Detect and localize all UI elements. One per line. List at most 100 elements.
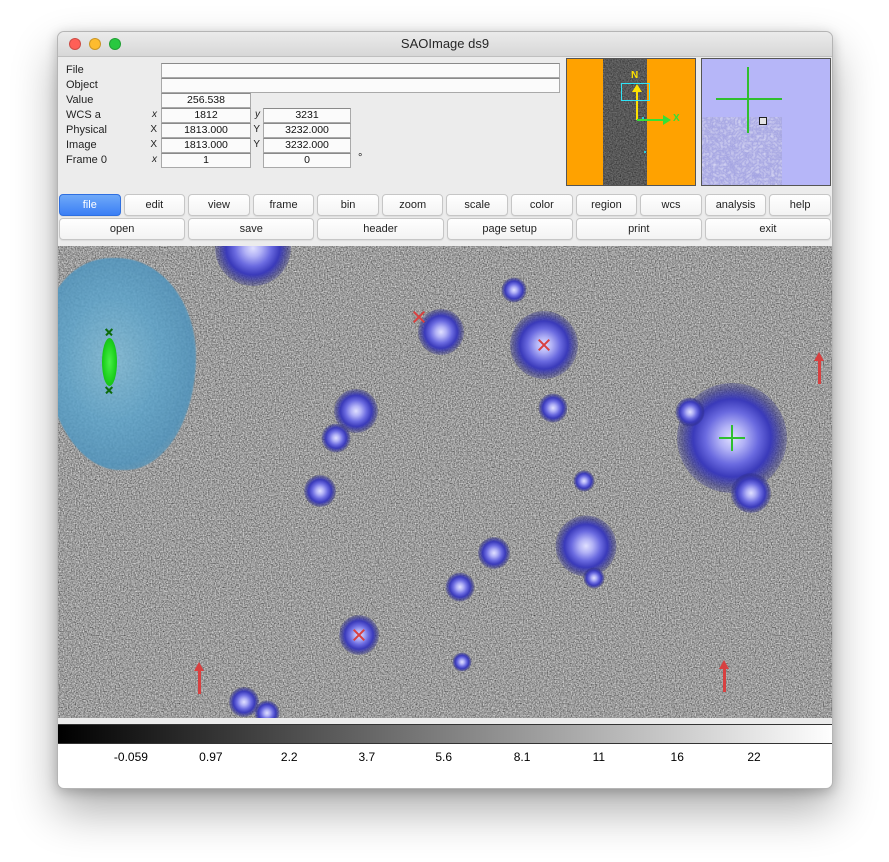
panner-panel[interactable]: N X bbox=[566, 58, 696, 186]
info-row-wcs: WCS a x 1812 y 3231 bbox=[66, 109, 566, 122]
physical-y-field[interactable]: 3232.000 bbox=[263, 123, 351, 138]
colorbar-ticks: -0.059 0.97 2.2 3.7 5.6 8.1 11 16 22 bbox=[58, 750, 833, 768]
menu-view[interactable]: view bbox=[188, 194, 250, 216]
frame-rotation-field[interactable]: 0 bbox=[263, 153, 351, 168]
compass-x-line bbox=[637, 119, 663, 121]
menu-analysis[interactable]: analysis bbox=[705, 194, 767, 216]
image-y-field[interactable]: 3232.000 bbox=[263, 138, 351, 153]
page-setup-button[interactable]: page setup bbox=[447, 218, 573, 240]
image-y-label: Y bbox=[250, 139, 260, 150]
colorbar-tick: 8.1 bbox=[514, 750, 531, 764]
menu-region[interactable]: region bbox=[576, 194, 638, 216]
star-blob bbox=[322, 424, 351, 453]
red-arrow-marker[interactable] bbox=[813, 352, 825, 384]
compass-x-arrow-icon bbox=[663, 115, 671, 125]
menu-help[interactable]: help bbox=[769, 194, 831, 216]
save-button[interactable]: save bbox=[188, 218, 314, 240]
star-blob bbox=[556, 516, 617, 577]
colorbar-tick: 5.6 bbox=[435, 750, 452, 764]
red-cross-marker[interactable] bbox=[537, 338, 551, 352]
star-blob bbox=[446, 573, 475, 602]
magnifier-crosshair-vertical bbox=[747, 67, 749, 133]
magnifier-pixel-cursor bbox=[759, 117, 767, 125]
header-button[interactable]: header bbox=[317, 218, 443, 240]
info-row-file: File bbox=[66, 64, 566, 77]
compass-north-label: N bbox=[631, 70, 638, 81]
menu-scale[interactable]: scale bbox=[446, 194, 508, 216]
wcs-label: WCS a bbox=[66, 109, 101, 121]
frame-x-label: x bbox=[147, 154, 157, 165]
panner-view-box[interactable] bbox=[621, 83, 650, 101]
panner-image-strip bbox=[603, 59, 647, 186]
wcs-y-field[interactable]: 3231 bbox=[263, 108, 351, 123]
colorbar-label-band: -0.059 0.97 2.2 3.7 5.6 8.1 11 16 22 bbox=[58, 744, 832, 788]
star-blob bbox=[478, 537, 510, 569]
frame-label: Frame 0 bbox=[66, 154, 107, 166]
file-label: File bbox=[66, 64, 84, 76]
image-canvas[interactable] bbox=[58, 246, 833, 718]
physical-label: Physical bbox=[66, 124, 107, 136]
object-field[interactable] bbox=[161, 78, 560, 93]
star-blob bbox=[304, 475, 336, 507]
degree-symbol: ° bbox=[358, 152, 362, 164]
colorbar-tick: -0.059 bbox=[114, 750, 148, 764]
menu-zoom[interactable]: zoom bbox=[382, 194, 444, 216]
menu-wcs[interactable]: wcs bbox=[640, 194, 702, 216]
red-cross-marker[interactable] bbox=[352, 628, 366, 642]
physical-y-label: Y bbox=[250, 124, 260, 135]
info-row-image: Image X 1813.000 Y 3232.000 bbox=[66, 139, 566, 152]
image-label: Image bbox=[66, 139, 97, 151]
wcs-y-label: y bbox=[250, 109, 260, 120]
star-blob bbox=[502, 278, 527, 303]
star-blob bbox=[539, 394, 568, 423]
compass-x-label: X bbox=[673, 113, 680, 124]
value-field[interactable]: 256.538 bbox=[161, 93, 251, 108]
menu-bin[interactable]: bin bbox=[317, 194, 379, 216]
magnifier-panel[interactable] bbox=[701, 58, 831, 186]
desktop: SAOImage ds9 File Object Value 256.538 W… bbox=[0, 0, 889, 862]
menu-frame[interactable]: frame bbox=[253, 194, 315, 216]
info-row-object: Object bbox=[66, 79, 566, 92]
star-blob bbox=[215, 246, 291, 286]
colorbar[interactable] bbox=[58, 724, 833, 744]
colorbar-tick: 3.7 bbox=[359, 750, 376, 764]
star-blob bbox=[574, 471, 595, 492]
open-button[interactable]: open bbox=[59, 218, 185, 240]
image-x-field[interactable]: 1813.000 bbox=[161, 138, 251, 153]
menu-edit[interactable]: edit bbox=[124, 194, 186, 216]
colorbar-tick: 0.97 bbox=[199, 750, 222, 764]
object-label: Object bbox=[66, 79, 98, 91]
magnifier-crosshair-horizontal bbox=[716, 98, 782, 100]
titlebar[interactable]: SAOImage ds9 bbox=[58, 32, 832, 57]
star-blob bbox=[584, 568, 605, 589]
colorbar-tick: 22 bbox=[747, 750, 760, 764]
exit-button[interactable]: exit bbox=[705, 218, 831, 240]
red-arrow-marker[interactable] bbox=[193, 662, 205, 694]
info-row-frame: Frame 0 x 1 0 ° bbox=[66, 154, 566, 167]
ds9-window: SAOImage ds9 File Object Value 256.538 W… bbox=[57, 31, 833, 789]
colorbar-tick: 11 bbox=[593, 750, 605, 764]
window-title: SAOImage ds9 bbox=[58, 36, 832, 51]
physical-x-field[interactable]: 1813.000 bbox=[161, 123, 251, 138]
info-row-value: Value 256.538 bbox=[66, 94, 566, 107]
frame-zoom-field[interactable]: 1 bbox=[161, 153, 251, 168]
value-label: Value bbox=[66, 94, 93, 106]
green-crosshair-marker[interactable] bbox=[719, 425, 745, 451]
colorbar-tick: 16 bbox=[671, 750, 684, 764]
menu-color[interactable]: color bbox=[511, 194, 573, 216]
physical-x-label: X bbox=[147, 124, 157, 135]
star-blob bbox=[453, 653, 472, 672]
menu-bar: file edit view frame bin zoom scale colo… bbox=[59, 194, 831, 216]
menu-file[interactable]: file bbox=[59, 194, 121, 216]
file-field[interactable] bbox=[161, 63, 560, 78]
marker-layer bbox=[58, 246, 833, 718]
wcs-x-field[interactable]: 1812 bbox=[161, 108, 251, 123]
red-cross-marker[interactable] bbox=[412, 310, 426, 324]
print-button[interactable]: print bbox=[576, 218, 702, 240]
red-arrow-marker[interactable] bbox=[718, 660, 730, 692]
colorbar-tick: 2.2 bbox=[281, 750, 298, 764]
info-row-physical: Physical X 1813.000 Y 3232.000 bbox=[66, 124, 566, 137]
star-blob bbox=[255, 701, 280, 719]
file-button-bar: open save header page setup print exit bbox=[59, 218, 831, 240]
wcs-x-label: x bbox=[147, 109, 157, 120]
